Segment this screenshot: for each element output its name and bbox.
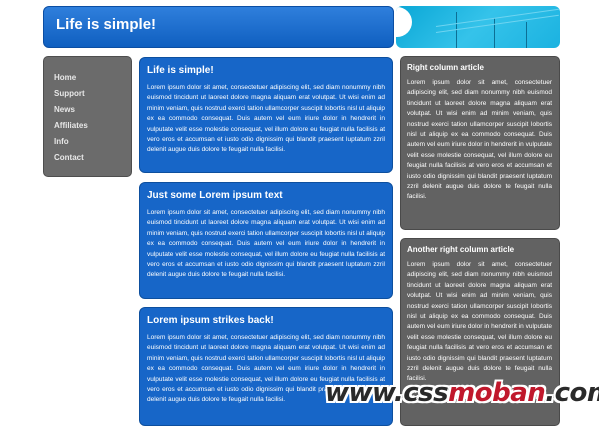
pole-decoration: [494, 18, 495, 48]
right-article-title: Right column article: [407, 63, 484, 72]
right-article: Right column article Lorem ipsum dolor s…: [400, 56, 560, 230]
right-article-body: Lorem ipsum dolor sit amet, consectetuer…: [407, 79, 552, 201]
watermark-logo: www.cssmoban.com: [325, 378, 599, 418]
right-article-title: Another right column article: [407, 245, 515, 254]
nav-item-news[interactable]: News: [44, 102, 131, 118]
nav-item-support[interactable]: Support: [44, 86, 131, 102]
header-circle-decoration: [396, 7, 412, 37]
article-title: Lorem ipsum strikes back!: [147, 315, 274, 326]
pole-decoration: [526, 22, 527, 48]
article-title: Life is simple!: [147, 65, 214, 76]
watermark-part: www.css: [325, 378, 449, 408]
site-header: Life is simple!: [43, 6, 394, 48]
nav-item-home[interactable]: Home: [44, 70, 131, 86]
article-body: Lorem ipsum dolor sit amet, consectetuer…: [147, 84, 385, 154]
site-title: Life is simple!: [56, 16, 157, 33]
watermark-part: .com: [545, 378, 599, 408]
sidebar-nav: Home Support News Affiliates Info Contac…: [43, 56, 132, 177]
right-article-body: Lorem ipsum dolor sit amet, consectetuer…: [407, 261, 552, 383]
watermark-part: moban: [448, 378, 546, 408]
article-body: Lorem ipsum dolor sit amet, consectetuer…: [147, 209, 385, 279]
nav-item-affiliates[interactable]: Affiliates: [44, 118, 131, 134]
header-image: [396, 6, 560, 48]
main-article: Life is simple! Lorem ipsum dolor sit am…: [139, 57, 393, 173]
main-article: Just some Lorem ipsum text Lorem ipsum d…: [139, 182, 393, 299]
nav-item-info[interactable]: Info: [44, 134, 131, 150]
article-title: Just some Lorem ipsum text: [147, 190, 283, 201]
nav-item-contact[interactable]: Contact: [44, 150, 131, 166]
